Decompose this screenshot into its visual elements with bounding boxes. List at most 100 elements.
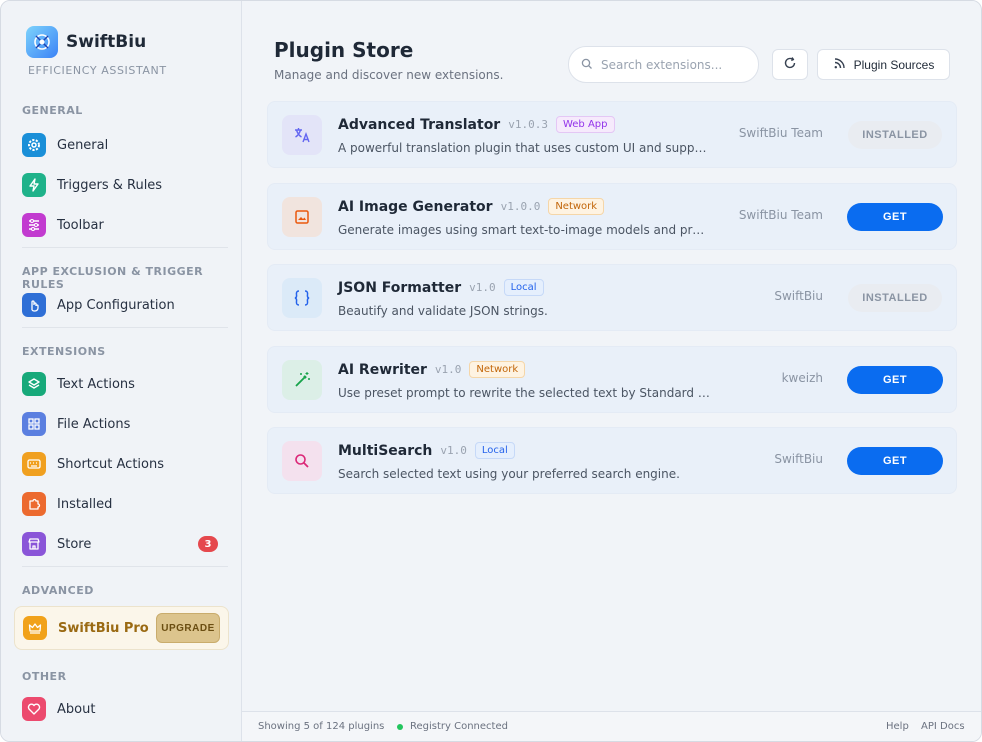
sidebar-item-file-actions[interactable]: File Actions [22, 409, 228, 439]
sidebar-item-installed[interactable]: Installed [22, 489, 228, 519]
installed-button[interactable]: INSTALLED [848, 284, 942, 312]
search-box[interactable] [568, 46, 759, 83]
keyboard-icon [22, 452, 46, 476]
sidebar-item-shortcut-actions[interactable]: Shortcut Actions [22, 449, 228, 479]
plugin-description: Use preset prompt to rewrite the selecte… [338, 386, 710, 400]
plugin-card: MultiSearch v1.0 Local Search selected t… [267, 427, 957, 494]
store-count-badge: 3 [198, 536, 218, 552]
brand: SwiftBiu [26, 26, 146, 58]
gear-icon [22, 133, 46, 157]
plugin-version: v1.0.3 [508, 118, 548, 131]
plugin-description: Search selected text using your preferre… [338, 467, 680, 481]
sidebar-item-label: File Actions [57, 416, 131, 432]
app-subtitle: EFFICIENCY ASSISTANT [28, 64, 167, 77]
sidebar-item-app-configuration[interactable]: App Configuration [22, 290, 228, 320]
puzzle-icon [22, 492, 46, 516]
plugin-tag: Network [469, 361, 526, 378]
rss-icon [833, 57, 846, 73]
search-icon [282, 441, 322, 481]
magic-wand-icon [282, 360, 322, 400]
plugin-name: AI Image Generator [338, 198, 493, 215]
section-extensions: EXTENSIONS [22, 345, 106, 358]
heart-icon [22, 697, 46, 721]
registry-status: Registry Connected [397, 721, 508, 732]
sidebar-item-pro[interactable]: SwiftBiu Pro UPGRADE [14, 606, 229, 650]
search-icon [581, 55, 593, 74]
sidebar-item-label: Text Actions [57, 376, 135, 392]
plugin-version: v1.0.0 [500, 200, 541, 213]
layers-icon [22, 372, 46, 396]
crown-icon [23, 616, 47, 640]
sidebar-item-store[interactable]: Store 3 [22, 529, 228, 559]
sidebar-item-text-actions[interactable]: Text Actions [22, 369, 228, 399]
plugin-name: MultiSearch [338, 442, 433, 459]
sidebar-item-general[interactable]: General [22, 130, 228, 160]
api-docs-link[interactable]: API Docs [921, 721, 965, 732]
refresh-button[interactable] [772, 49, 808, 80]
plugin-count: Showing 5 of 124 plugins [258, 721, 385, 732]
plugin-author: SwiftBiu Team [738, 126, 823, 140]
plugin-description: Generate images using smart text-to-imag… [338, 223, 710, 237]
sidebar-item-toolbar[interactable]: Toolbar [22, 210, 228, 240]
plugin-author: SwiftBiu [774, 289, 823, 303]
translate-icon [282, 115, 322, 155]
get-button[interactable]: GET [847, 203, 943, 231]
plugin-author: SwiftBiu [774, 452, 823, 466]
refresh-icon [783, 56, 797, 73]
grid-icon [22, 412, 46, 436]
section-other: OTHER [22, 670, 67, 683]
sidebar-item-label: Triggers & Rules [57, 177, 163, 193]
app-logo-icon [26, 26, 58, 58]
divider [22, 247, 228, 248]
plugin-card: AI Rewriter v1.0 Network Use preset prom… [267, 346, 957, 413]
sidebar-item-label: About [57, 701, 96, 717]
plugin-author: SwiftBiu Team [738, 208, 823, 222]
braces-icon [282, 278, 322, 318]
section-exclusion: APP EXCLUSION & TRIGGER RULES [22, 265, 204, 291]
sidebar-item-triggers[interactable]: Triggers & Rules [22, 170, 228, 200]
plugin-name: AI Rewriter [338, 361, 427, 378]
sidebar-item-label: SwiftBiu Pro [58, 620, 149, 636]
page-title: Plugin Store [274, 38, 414, 62]
plugin-card: Advanced Translator v1.0.3 Web App A pow… [267, 101, 957, 168]
plugin-tag: Web App [555, 116, 615, 133]
plugin-name: Advanced Translator [338, 116, 501, 133]
plugin-tag: Local [503, 279, 544, 296]
plugin-description: A powerful translation plugin that uses … [338, 141, 710, 155]
plugin-tag: Local [474, 442, 515, 459]
bolt-icon [22, 173, 46, 197]
help-link[interactable]: Help [886, 721, 909, 732]
registry-status-label: Registry Connected [410, 721, 508, 732]
main-content: Plugin Store Manage and discover new ext… [242, 1, 981, 741]
image-icon [282, 197, 322, 237]
app-window: SwiftBiu EFFICIENCY ASSISTANT GENERAL Ge… [0, 0, 982, 742]
plugin-name: JSON Formatter [338, 279, 462, 296]
page-subtitle: Manage and discover new extensions. [274, 68, 504, 82]
installed-button[interactable]: INSTALLED [848, 121, 942, 149]
get-button[interactable]: GET [847, 447, 943, 475]
sidebar-item-label: Toolbar [57, 217, 104, 233]
section-general: GENERAL [22, 104, 83, 117]
sidebar-item-about[interactable]: About [22, 694, 228, 724]
plugin-sources-button[interactable]: Plugin Sources [817, 49, 950, 80]
section-advanced: ADVANCED [22, 584, 94, 597]
plugin-description: Beautify and validate JSON strings. [338, 304, 548, 318]
sidebar-item-label: Installed [57, 496, 113, 512]
storefront-icon [22, 532, 46, 556]
sidebar-item-label: Store [57, 536, 92, 552]
hand-pointer-icon [22, 293, 46, 317]
plugin-tag: Network [548, 198, 605, 215]
get-button[interactable]: GET [847, 366, 943, 394]
status-dot-icon [397, 723, 403, 730]
status-bar: Showing 5 of 124 plugins Registry Connec… [242, 711, 981, 741]
sliders-icon [22, 213, 46, 237]
upgrade-button[interactable]: UPGRADE [156, 613, 220, 643]
sidebar-item-label: Shortcut Actions [57, 456, 164, 472]
plugin-card: JSON Formatter v1.0 Local Beautify and v… [267, 264, 957, 331]
plugin-version: v1.0 [469, 281, 496, 294]
plugin-version: v1.0 [434, 363, 462, 376]
search-input[interactable] [601, 57, 741, 72]
sidebar-item-label: App Configuration [57, 297, 175, 313]
sidebar-item-label: General [57, 137, 109, 153]
divider [22, 566, 228, 567]
